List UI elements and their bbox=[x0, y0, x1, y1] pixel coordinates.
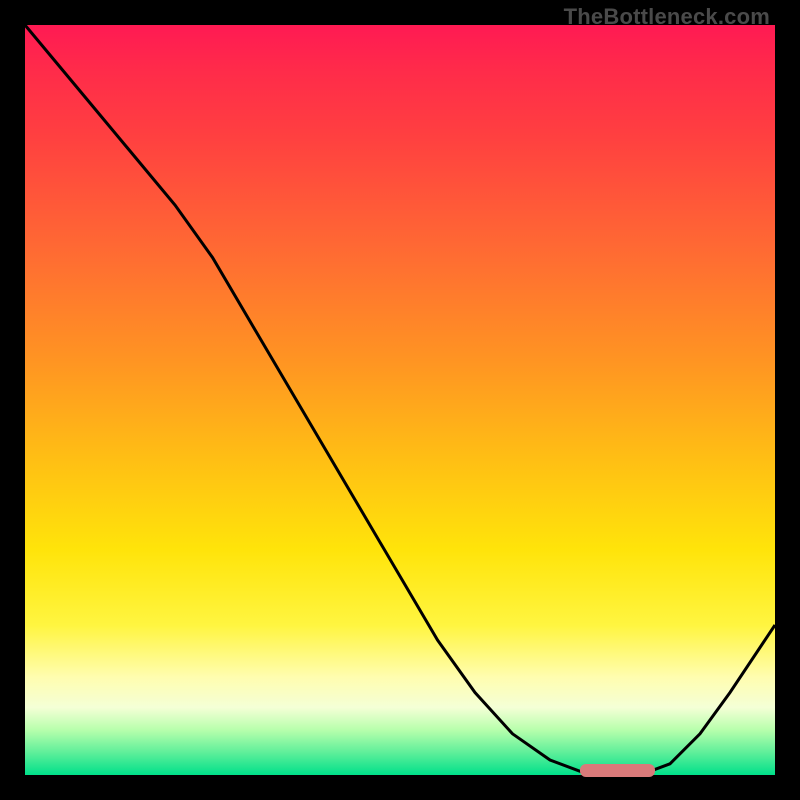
chart-frame bbox=[25, 25, 775, 775]
watermark-text: TheBottleneck.com bbox=[564, 4, 770, 30]
optimal-range-marker bbox=[580, 764, 655, 777]
gradient-background bbox=[25, 25, 775, 775]
